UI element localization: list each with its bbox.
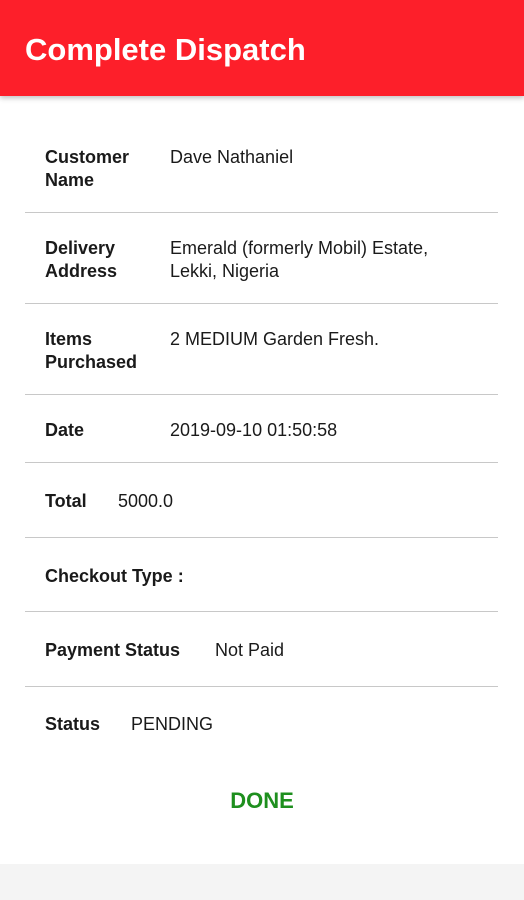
checkout-type-label: Checkout Type : bbox=[45, 566, 184, 586]
status-label: Status bbox=[45, 714, 101, 734]
status-value: PENDING bbox=[131, 714, 214, 734]
date-label: Date bbox=[45, 420, 85, 440]
divider bbox=[25, 537, 498, 538]
date-value: 2019-09-10 01:50:58 bbox=[170, 420, 338, 440]
customer-name-label-line-1: Customer bbox=[45, 147, 130, 167]
items-purchased-label-line-2: Purchased bbox=[45, 352, 138, 372]
delivery-address-value-line-2: Lekki, Nigeria bbox=[170, 261, 280, 281]
bottom-strip bbox=[0, 864, 524, 900]
divider bbox=[25, 212, 498, 213]
done-button[interactable]: DONE bbox=[200, 784, 324, 818]
items-purchased-label-line-1: Items bbox=[45, 329, 93, 349]
divider bbox=[25, 303, 498, 304]
delivery-address-label-line-1: Delivery bbox=[45, 238, 116, 258]
delivery-address-label-line-2: Address bbox=[45, 261, 118, 281]
payment-status-label: Payment Status bbox=[45, 640, 181, 660]
items-purchased-value: 2 MEDIUM Garden Fresh. bbox=[170, 329, 380, 349]
payment-status-value: Not Paid bbox=[215, 640, 285, 660]
divider bbox=[25, 686, 498, 687]
total-label: Total bbox=[45, 491, 87, 511]
divider bbox=[25, 462, 498, 463]
page-title: Complete Dispatch bbox=[25, 32, 306, 67]
divider bbox=[25, 394, 498, 395]
divider bbox=[25, 611, 498, 612]
customer-name-label-line-2: Name bbox=[45, 170, 95, 190]
total-value: 5000.0 bbox=[118, 491, 174, 511]
delivery-address-value-line-1: Emerald (formerly Mobil) Estate, bbox=[170, 238, 429, 258]
app-bar: Complete Dispatch bbox=[0, 0, 524, 96]
dispatch-details: Customer Name Dave Nathaniel Delivery Ad… bbox=[0, 96, 524, 864]
customer-name-value: Dave Nathaniel bbox=[170, 147, 294, 167]
